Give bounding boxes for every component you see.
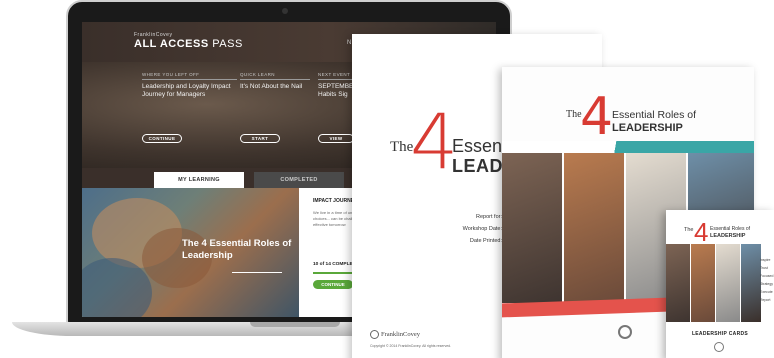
cards-photo xyxy=(691,244,715,322)
laptop-camera xyxy=(282,8,288,14)
course-title: The 4 Essential Roles of Leadership xyxy=(182,238,292,261)
where-left-text: Leadership and Loyalty Impact Journey fo… xyxy=(142,83,231,98)
report-copyright: Copyright © 2014 FranklinCovey. All righ… xyxy=(370,344,452,348)
where-you-left-off: WHERE YOU LEFT OFF Leadership and Loyalt… xyxy=(142,72,237,99)
where-left-label: WHERE YOU LEFT OFF xyxy=(142,72,237,80)
franklincovey-logo-text: FranklinCovey xyxy=(381,330,420,338)
cards-side-tab: Strategy xyxy=(760,282,774,286)
cards-photo-strip xyxy=(666,244,774,322)
impact-journey-heading: IMPACT JOURNEY xyxy=(313,198,358,204)
cards-title-the: The xyxy=(684,227,694,233)
course-image[interactable]: The 4 Essential Roles of Leadership xyxy=(82,188,299,317)
product-showcase: FranklinCovey ALL ACCESS PASS N WHERE YO… xyxy=(0,0,774,358)
cards-photo xyxy=(716,244,740,322)
brand-sub-text: PASS xyxy=(212,38,243,50)
cards-photo xyxy=(666,244,690,322)
report-field-workshop-date: Workshop Date: xyxy=(462,226,502,232)
report-field-date-printed: Date Printed: xyxy=(469,238,502,244)
cards-photo xyxy=(741,244,761,322)
brand-main-text: ALL ACCESS xyxy=(134,38,209,50)
report-field-report-for: Report for: xyxy=(476,214,502,220)
cards-title-four: 4 xyxy=(694,217,709,247)
quick-learn-label: QUICK LEARN xyxy=(240,72,310,80)
cards-side-tab: Trust xyxy=(760,266,768,270)
continue-button[interactable]: CONTINUE xyxy=(142,134,182,143)
book-title-essential: Essential Roles of xyxy=(612,109,697,121)
course-continue-button[interactable]: CONTINUE xyxy=(313,280,353,289)
progress-bar-fill xyxy=(313,272,353,274)
course-title-divider xyxy=(232,272,282,273)
tab-completed[interactable]: COMPLETED xyxy=(254,172,344,188)
quick-learn: QUICK LEARN It's Not About the Nail xyxy=(240,72,310,91)
book-photo xyxy=(564,153,624,303)
book-photo xyxy=(502,153,562,303)
cards-side-tab: Focused xyxy=(760,274,774,278)
cards-side-tab: Report xyxy=(760,298,771,302)
quick-learn-text: It's Not About the Nail xyxy=(240,83,303,90)
header-nav[interactable]: N xyxy=(347,40,351,46)
cards-side-tab: Inspire xyxy=(760,258,771,262)
leadership-cards-box: The 4 Essential Roles of LEADERSHIP Insp… xyxy=(666,210,774,358)
book-teal-band xyxy=(502,141,754,153)
book-title-leadership: LEADERSHIP xyxy=(612,122,683,134)
view-button[interactable]: VIEW xyxy=(318,134,354,143)
cards-side-tabs: Inspire Trust Focused Strategy Execute R… xyxy=(760,256,774,304)
franklincovey-logo-icon xyxy=(370,330,379,339)
cards-side-tab: Execute xyxy=(760,290,773,294)
brand-logo[interactable]: ALL ACCESS PASS xyxy=(134,38,243,50)
franklincovey-logo: FranklinCovey xyxy=(370,330,420,339)
start-button[interactable]: START xyxy=(240,134,280,143)
cards-title-essential: Essential Roles of xyxy=(710,226,751,232)
tab-my-learning[interactable]: MY LEARNING xyxy=(154,172,244,188)
leadership-cards-label: LEADERSHIP CARDS xyxy=(691,331,749,337)
book-logo-icon xyxy=(618,325,632,339)
book-title-four: 4 xyxy=(580,87,614,147)
cards-title-leadership: LEADERSHIP xyxy=(710,233,746,239)
cards-logo-icon xyxy=(714,342,724,352)
laptop-notch xyxy=(250,322,340,327)
